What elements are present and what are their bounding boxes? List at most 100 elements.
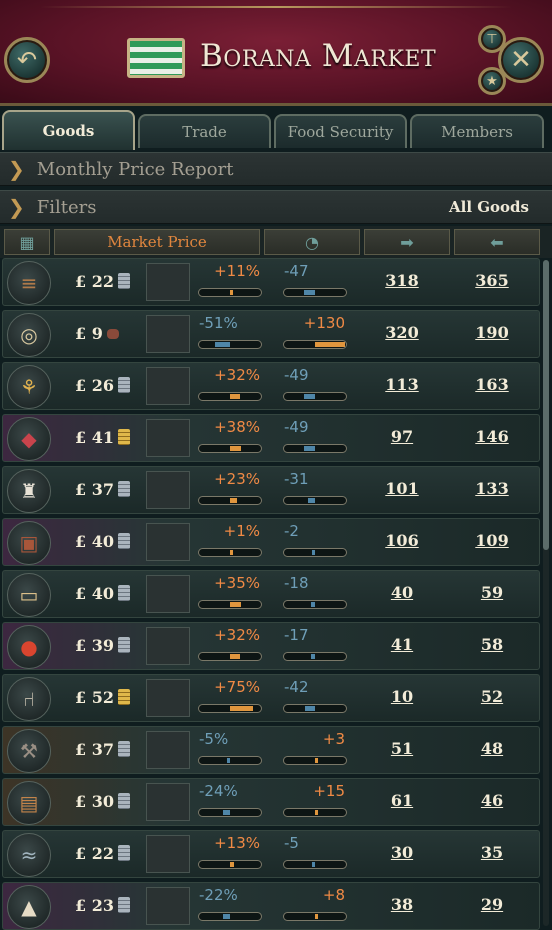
fabric-roll-icon[interactable]: ◎ — [7, 313, 51, 357]
goods-row[interactable]: ▭ £ 40 +35% -18 40 59 — [2, 570, 540, 618]
cigar-box-icon[interactable]: ▣ — [7, 521, 51, 565]
buy-orders-link[interactable]: 59 — [462, 583, 522, 602]
fruit-icon[interactable]: ● — [7, 625, 51, 669]
supply-demand-diff: -17 — [284, 626, 309, 644]
coin-stack-icon — [117, 273, 130, 289]
price-history-slot — [146, 679, 190, 717]
sell-orders-link[interactable]: 30 — [372, 843, 432, 862]
clothes-icon[interactable]: ♜ — [7, 469, 51, 513]
price-value: £ 40 — [75, 584, 114, 603]
tab-members[interactable]: Members — [410, 114, 544, 148]
price-change-bar — [198, 808, 262, 817]
buy-orders-link[interactable]: 146 — [462, 427, 522, 446]
sugar-sack-icon[interactable]: ▲ — [7, 885, 51, 929]
buy-orders-link[interactable]: 29 — [462, 895, 522, 914]
supply-demand-diff: -31 — [284, 470, 309, 488]
back-button[interactable]: ↶ — [4, 37, 50, 83]
market-header: ↶ Borana Market ⊤ ★ ✕ — [0, 0, 552, 106]
price-change-percent: -5% — [199, 730, 229, 748]
price-change-bar — [198, 704, 262, 713]
sell-orders-link[interactable]: 318 — [372, 271, 432, 290]
buy-orders-link[interactable]: 109 — [462, 531, 522, 550]
price-change-bar — [198, 288, 262, 297]
tab-trade[interactable]: Trade — [138, 114, 271, 148]
buy-orders-link[interactable]: 58 — [462, 635, 522, 654]
goods-row[interactable]: ◎ £ 9 -51% +130 320 190 — [2, 310, 540, 358]
filter-value[interactable]: All Goods — [449, 198, 529, 216]
export-arrow-icon: ➡ — [400, 232, 414, 252]
goods-row[interactable]: ⑁ £ 52 +75% -42 10 52 — [2, 674, 540, 722]
goods-row[interactable]: ▤ £ 30 -24% +15 61 46 — [2, 778, 540, 826]
back-arrow-icon: ↶ — [16, 46, 38, 74]
price-value: £ 41 — [75, 428, 114, 447]
bar-fill — [227, 758, 230, 763]
buy-orders-link[interactable]: 35 — [462, 843, 522, 862]
sort-by-market-price[interactable]: Market Price — [54, 229, 260, 255]
goods-row[interactable]: ⚒ £ 37 -5% +3 51 48 — [2, 726, 540, 774]
grain-icon[interactable]: ⚘ — [7, 365, 51, 409]
sell-orders-link[interactable]: 61 — [372, 791, 432, 810]
sell-orders-link[interactable]: 40 — [372, 583, 432, 602]
buy-orders-link[interactable]: 163 — [462, 375, 522, 394]
tools-icon[interactable]: ⚒ — [7, 729, 51, 773]
sort-by-trend[interactable]: ◔ — [264, 229, 360, 255]
buy-orders-link[interactable]: 133 — [462, 479, 522, 498]
goods-row[interactable]: ⚘ £ 26 +32% -49 113 163 — [2, 362, 540, 410]
price-change-percent: +35% — [214, 574, 260, 592]
goods-row[interactable]: ▣ £ 40 +1% -2 106 109 — [2, 518, 540, 566]
grid-icon: ▦ — [19, 232, 35, 252]
sort-by-icon-button[interactable]: ▦ — [4, 229, 50, 255]
supply-demand-diff: -18 — [284, 574, 309, 592]
scrollbar-thumb[interactable] — [543, 260, 549, 550]
buy-orders-link[interactable]: 46 — [462, 791, 522, 810]
close-button[interactable]: ✕ — [498, 37, 544, 83]
price-change-bar — [198, 340, 262, 349]
meat-icon[interactable]: ◆ — [7, 417, 51, 461]
sell-orders-link[interactable]: 101 — [372, 479, 432, 498]
scrollbar[interactable] — [543, 260, 549, 926]
sell-orders-link[interactable]: 320 — [372, 323, 432, 342]
planks-icon[interactable]: ▤ — [7, 781, 51, 825]
buy-orders-link[interactable]: 190 — [462, 323, 522, 342]
price-value: £ 9 — [75, 324, 103, 343]
sell-orders-link[interactable]: 113 — [372, 375, 432, 394]
price-change-percent: +75% — [214, 678, 260, 696]
fish-icon[interactable]: ≈ — [7, 833, 51, 877]
sell-orders-link[interactable]: 41 — [372, 635, 432, 654]
sell-orders-link[interactable]: 38 — [372, 895, 432, 914]
paper-icon[interactable]: ▭ — [7, 573, 51, 617]
sell-orders-link[interactable]: 51 — [372, 739, 432, 758]
sort-by-buy-orders[interactable]: ⬅ — [454, 229, 540, 255]
sell-orders-link[interactable]: 10 — [372, 687, 432, 706]
market-price: £ 41 — [75, 428, 145, 447]
sell-orders-link[interactable]: 106 — [372, 531, 432, 550]
price-value: £ 39 — [75, 636, 114, 655]
close-icon: ✕ — [510, 45, 532, 75]
price-change-bar — [198, 756, 262, 765]
tab-goods[interactable]: Goods — [2, 110, 135, 150]
monthly-price-report-toggle[interactable]: ❯ Monthly Price Report — [0, 152, 552, 186]
bar-fill — [304, 394, 315, 399]
supply-demand-bar — [283, 392, 347, 401]
furniture-chair-icon[interactable]: ⑁ — [7, 677, 51, 721]
filters-toggle[interactable]: ❯ Filters All Goods — [0, 190, 552, 224]
buy-orders-link[interactable]: 365 — [462, 271, 522, 290]
goods-row[interactable]: ≈ £ 22 +13% -5 30 35 — [2, 830, 540, 878]
bar-fill — [230, 498, 237, 503]
goods-row[interactable]: ▲ £ 23 -22% +8 38 29 — [2, 882, 540, 930]
buy-orders-link[interactable]: 52 — [462, 687, 522, 706]
bar-fill — [304, 290, 315, 295]
buy-orders-link[interactable]: 48 — [462, 739, 522, 758]
goods-row[interactable]: ♜ £ 37 +23% -31 101 133 — [2, 466, 540, 514]
sell-orders-link[interactable]: 97 — [372, 427, 432, 446]
goods-row[interactable]: ◆ £ 41 +38% -49 97 146 — [2, 414, 540, 462]
chevron-right-icon: ❯ — [8, 195, 25, 219]
bar-fill — [230, 706, 253, 711]
sort-by-sell-orders[interactable]: ➡ — [364, 229, 450, 255]
coin-stack-icon — [117, 429, 130, 445]
goods-row[interactable]: ● £ 39 +32% -17 41 58 — [2, 622, 540, 670]
wood-logs-icon[interactable]: ≡ — [7, 261, 51, 305]
star-icon: ★ — [486, 73, 498, 89]
tab-food-security[interactable]: Food Security — [274, 114, 407, 148]
goods-row[interactable]: ≡ £ 22 +11% -47 318 365 — [2, 258, 540, 306]
